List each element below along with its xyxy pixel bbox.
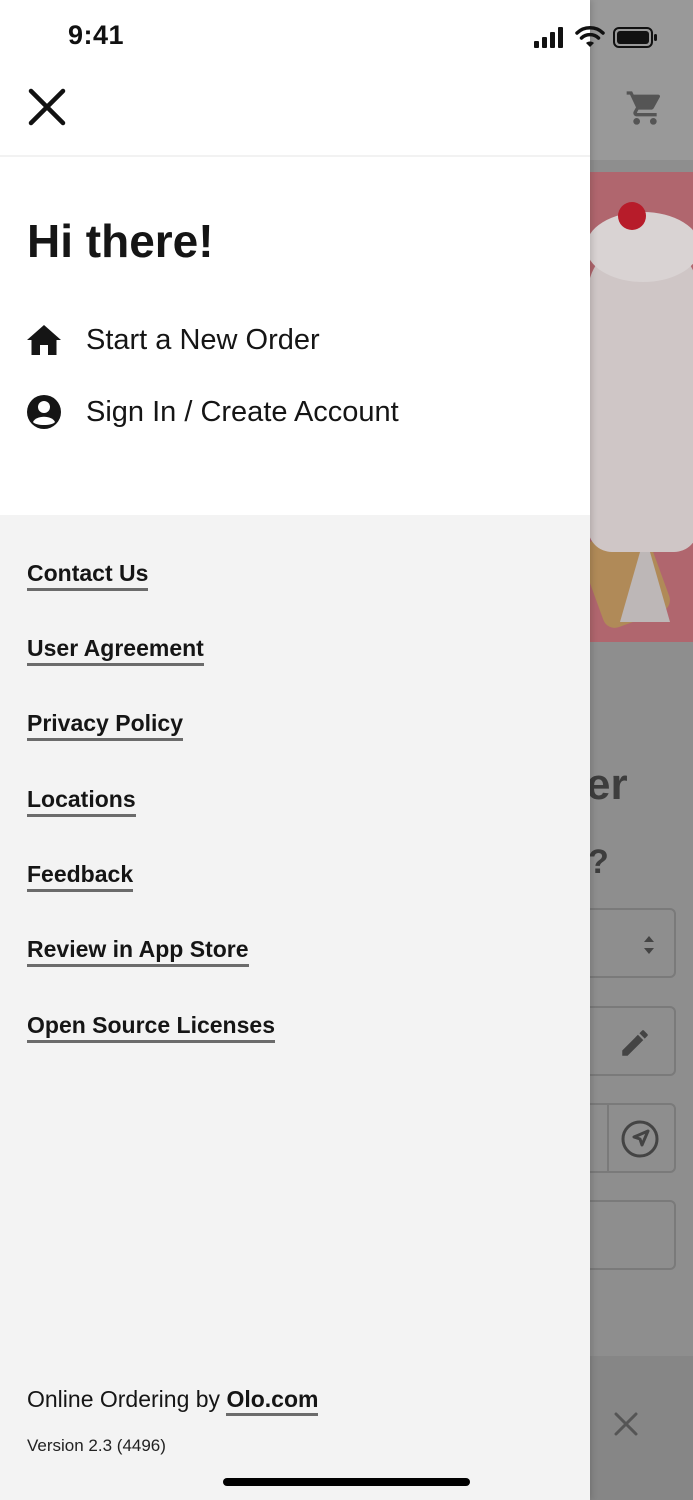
background-button bbox=[584, 1200, 676, 1270]
status-icons bbox=[532, 24, 662, 54]
cherry-graphic bbox=[618, 202, 646, 230]
home-icon bbox=[26, 322, 62, 358]
greeting-title: Hi there! bbox=[27, 215, 214, 267]
signal-icon bbox=[534, 27, 563, 48]
powered-by-prefix: Online Ordering by bbox=[27, 1386, 227, 1412]
home-indicator bbox=[223, 1478, 470, 1486]
background-select bbox=[584, 908, 676, 978]
locations-link[interactable]: Locations bbox=[27, 786, 136, 817]
locate-icon bbox=[621, 1120, 659, 1158]
cart-icon bbox=[624, 88, 666, 128]
powered-by-text: Online Ordering by Olo.com bbox=[27, 1386, 319, 1416]
open-source-licenses-link[interactable]: Open Source Licenses bbox=[27, 1012, 275, 1043]
background-input bbox=[584, 1006, 676, 1076]
privacy-policy-link[interactable]: Privacy Policy bbox=[27, 710, 183, 741]
status-bar: 9:41 bbox=[0, 0, 657, 76]
sign-in-item[interactable]: Sign In / Create Account bbox=[26, 394, 399, 430]
start-new-order-item[interactable]: Start a New Order bbox=[26, 322, 320, 358]
sort-arrows-icon bbox=[644, 936, 654, 954]
sign-in-label: Sign In / Create Account bbox=[86, 395, 399, 428]
version-text: Version 2.3 (4496) bbox=[27, 1436, 166, 1455]
background-heading: er bbox=[586, 760, 628, 809]
background-location-input bbox=[584, 1103, 676, 1173]
feedback-link[interactable]: Feedback bbox=[27, 861, 134, 892]
account-icon bbox=[26, 394, 62, 430]
side-drawer: Hi there! Start a New Order Sign In / Cr… bbox=[0, 0, 590, 1500]
close-icon bbox=[28, 88, 66, 126]
review-app-store-link[interactable]: Review in App Store bbox=[27, 936, 249, 967]
header-divider bbox=[0, 155, 590, 157]
close-drawer-button[interactable] bbox=[22, 82, 72, 132]
battery-icon bbox=[613, 27, 657, 48]
divider bbox=[607, 1105, 609, 1171]
olo-link[interactable]: Olo.com bbox=[226, 1386, 319, 1416]
start-new-order-label: Start a New Order bbox=[86, 323, 320, 356]
contact-us-link[interactable]: Contact Us bbox=[27, 560, 149, 591]
background-question: ? bbox=[588, 843, 609, 881]
milkshake-graphic bbox=[588, 242, 693, 552]
pencil-icon bbox=[622, 1030, 648, 1056]
status-time: 9:41 bbox=[68, 20, 125, 50]
user-agreement-link[interactable]: User Agreement bbox=[27, 635, 204, 666]
close-banner-icon bbox=[606, 1404, 646, 1444]
wifi-icon bbox=[575, 26, 605, 47]
